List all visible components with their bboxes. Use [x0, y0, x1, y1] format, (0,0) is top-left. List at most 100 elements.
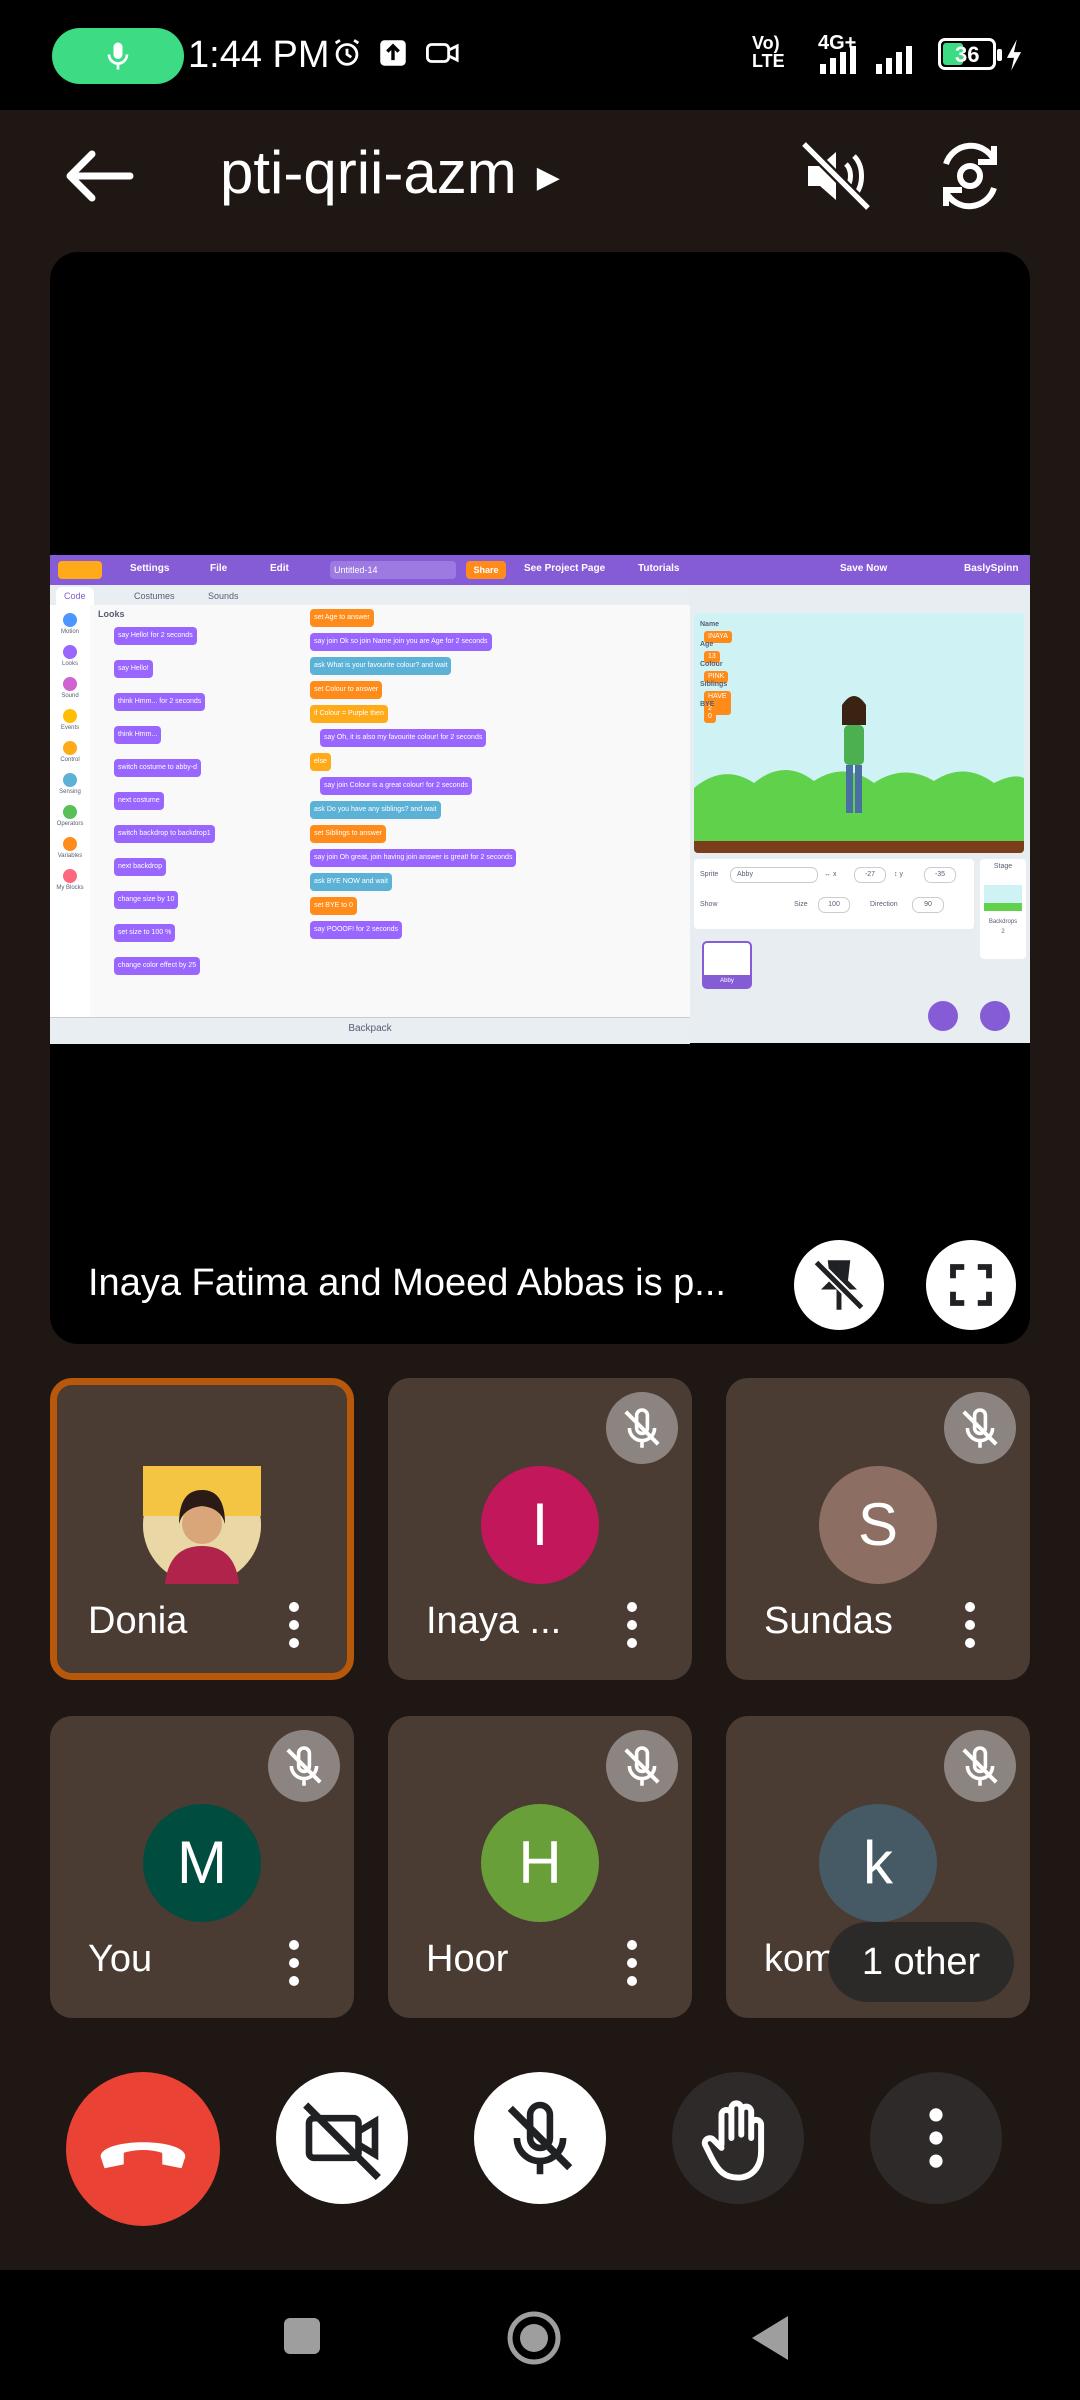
- code-tab: Code: [56, 587, 94, 605]
- unpin-button[interactable]: [794, 1240, 884, 1330]
- participant-tile[interactable]: H Hoor: [388, 1716, 692, 2018]
- stage-backdrop: [694, 696, 1024, 853]
- category-label: Control: [60, 757, 80, 763]
- other-participants-chip[interactable]: 1 other: [828, 1922, 1014, 2002]
- volte-indicator: Vo) LTE: [752, 33, 785, 71]
- file-menu: File: [210, 563, 228, 574]
- caret-right-icon: ▶: [536, 160, 560, 194]
- variable-monitor: BYE 0: [700, 699, 716, 723]
- end-call-button[interactable]: [66, 2072, 220, 2226]
- code-block: say join Ok so join Name join you are Ag…: [310, 633, 492, 651]
- presentation-view[interactable]: Settings File Edit Untitled-14 Share See…: [50, 252, 1030, 1344]
- share-button: Share: [466, 561, 506, 579]
- avatar: k: [819, 1804, 937, 1922]
- variable-monitor: NameINAYA: [700, 619, 732, 643]
- code-area: set Age to answer say join Ok so join Nam…: [270, 605, 690, 1017]
- variable-monitor: SiblingsHAVE 2: [700, 679, 731, 715]
- category-operators: Operators: [50, 805, 90, 827]
- avatar: H: [481, 1804, 599, 1922]
- camera-toggle-button[interactable]: [276, 2072, 408, 2204]
- category-label: My Blocks: [56, 885, 84, 891]
- variable-name: Colour: [700, 661, 723, 668]
- upload-icon: [380, 40, 406, 66]
- raise-hand-icon: [701, 2100, 765, 2181]
- muted-indicator: [606, 1392, 678, 1464]
- muted-indicator: [944, 1392, 1016, 1464]
- camera-off-icon: [303, 2102, 381, 2181]
- meeting-title[interactable]: pti-qrii-azm ▶: [220, 138, 560, 207]
- participant-more-button[interactable]: [282, 1600, 306, 1650]
- participant-tile[interactable]: Donia: [50, 1378, 354, 1680]
- signal-strength-icon: [820, 46, 856, 74]
- stage-label: Stage: [993, 863, 1013, 870]
- direction-label: Direction: [870, 901, 898, 908]
- participant-more-button[interactable]: [958, 1600, 982, 1650]
- sprite-info-panel: Sprite Abby ↔ x -27 ↕ y -35 Show Size 10…: [694, 859, 974, 929]
- category-label: Motion: [60, 629, 79, 635]
- block-categories: Motion Looks Sound Events Control Sensing Oper…: [50, 605, 91, 1017]
- category-variables: Variables: [50, 837, 90, 859]
- backdrops-label: Backdrops: [988, 919, 1018, 925]
- more-vert-icon: [289, 1940, 299, 1986]
- back-arrow-icon[interactable]: [60, 146, 140, 206]
- system-navigation-bar: [0, 2270, 1080, 2400]
- recents-icon[interactable]: [282, 2316, 322, 2356]
- category-events: Events: [50, 709, 90, 731]
- mic-off-icon: [962, 1746, 998, 1786]
- active-mic-indicator[interactable]: [52, 28, 184, 84]
- code-block: set BYE to 0: [310, 897, 357, 915]
- unpin-icon: [813, 1259, 865, 1311]
- fullscreen-button[interactable]: [926, 1240, 1016, 1330]
- palette-block: switch costume to abby-d: [114, 759, 201, 777]
- category-control: Control: [50, 741, 90, 763]
- palette-block: switch backdrop to backdrop1: [114, 825, 215, 843]
- home-icon[interactable]: [506, 2310, 562, 2366]
- participant-name: Inaya ...: [426, 1600, 562, 1642]
- see-project-link: See Project Page: [524, 563, 606, 574]
- more-vert-icon: [627, 1940, 637, 1986]
- category-dot: [63, 709, 77, 723]
- code-block: say Oh, it is also my favourite colour! …: [320, 729, 487, 747]
- category-label: Operators: [56, 821, 84, 827]
- fullscreen-icon: [950, 1264, 992, 1306]
- stage-selector: Stage Backdrops 2: [980, 859, 1026, 959]
- speaker-off-icon[interactable]: [796, 136, 876, 216]
- muted-indicator: [606, 1730, 678, 1802]
- more-vert-icon: [627, 1602, 637, 1648]
- project-title: Untitled-14: [330, 561, 456, 579]
- variable-name: Siblings: [700, 681, 728, 688]
- add-sprite-button: [928, 1001, 958, 1031]
- more-options-icon: [929, 2108, 943, 2168]
- switch-camera-icon[interactable]: [930, 136, 1010, 216]
- sprite-thumbnail: Abby: [702, 941, 752, 989]
- category-label: Events: [60, 725, 80, 731]
- participant-tile[interactable]: S Sundas: [726, 1378, 1030, 1680]
- block-palette: Looks say Hello! for 2 seconds say Hello!…: [90, 605, 271, 1017]
- participant-more-button[interactable]: [620, 1938, 644, 1988]
- palette-block: say Hello! for 2 seconds: [114, 627, 197, 645]
- category-sensing: Sensing: [50, 773, 90, 795]
- code-block: if Colour = Purple then: [310, 705, 388, 723]
- back-nav-icon[interactable]: [748, 2312, 792, 2364]
- palette-block: change size by 10: [114, 891, 179, 909]
- mic-toggle-button[interactable]: [474, 2072, 606, 2204]
- participant-tile[interactable]: I Inaya ...: [388, 1378, 692, 1680]
- raise-hand-button[interactable]: [672, 2072, 804, 2204]
- more-options-button[interactable]: [870, 2072, 1002, 2204]
- participant-more-button[interactable]: [620, 1600, 644, 1650]
- category-label: Variables: [57, 853, 83, 859]
- scratch-logo: [58, 561, 102, 579]
- category-dot: [63, 773, 77, 787]
- palette-block: think Hmm... for 2 seconds: [114, 693, 206, 711]
- participant-tile[interactable]: M You: [50, 1716, 354, 2018]
- avatar: I: [481, 1466, 599, 1584]
- size-field: 100: [818, 897, 850, 913]
- category-dot: [63, 805, 77, 819]
- participant-more-button[interactable]: [282, 1938, 306, 1988]
- palette-block: think Hmm...: [114, 726, 162, 744]
- variable-name: BYE: [700, 701, 715, 708]
- variable-monitor: Age13: [700, 639, 720, 663]
- sprite-thumb-label: Abby: [704, 975, 750, 987]
- battery-level: 36: [955, 42, 980, 67]
- sprite-name-field: Abby: [730, 867, 818, 883]
